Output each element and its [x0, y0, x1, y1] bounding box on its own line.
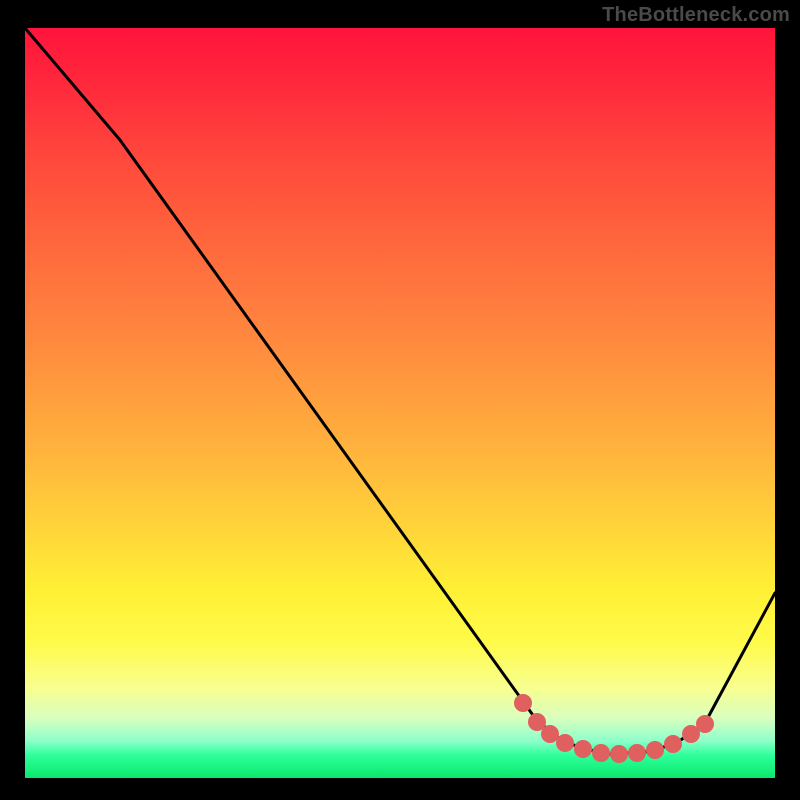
bottleneck-curve	[25, 28, 775, 754]
watermark-text: TheBottleneck.com	[602, 4, 790, 27]
plot-area	[25, 28, 775, 778]
optimal-range-markers	[518, 698, 710, 759]
chart-frame: TheBottleneck.com	[0, 0, 800, 800]
curve-overlay	[25, 28, 775, 778]
